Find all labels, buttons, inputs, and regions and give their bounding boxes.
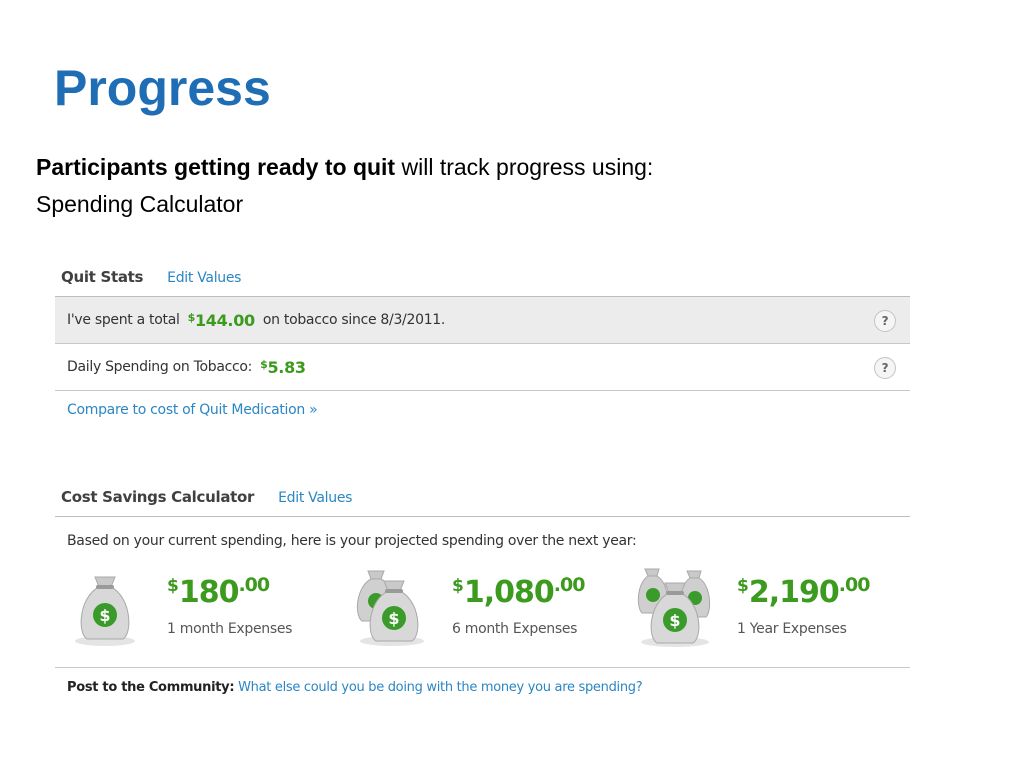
projection-list: $ $180.00 1 month Expenses $ $1,080.00 6… — [55, 557, 910, 668]
total-spent-prefix: I've spent a total — [67, 312, 180, 328]
projection-1-month-amount: $180.00 — [167, 567, 270, 611]
total-spent-currency: $ — [187, 310, 196, 324]
total-spent-help-icon[interactable]: ? — [874, 310, 896, 332]
daily-spending-amount: 5.83 — [267, 357, 306, 377]
projection-1-month-currency: $ — [167, 576, 179, 596]
projection-1-month-cents: .00 — [238, 574, 270, 596]
projection-6-month: $ $1,080.00 6 month Expenses — [340, 557, 625, 667]
projection-1-year-cents: .00 — [838, 574, 871, 596]
daily-spending-label: Daily Spending on Tobacco: — [67, 359, 253, 375]
intro-rest-text: will track progress using: — [395, 154, 654, 180]
intro-bold-text: Participants getting ready to quit — [36, 154, 396, 180]
projection-1-year-label: 1 Year Expenses — [737, 621, 847, 637]
money-bag-pair-icon: $ — [356, 570, 424, 646]
projection-1-month-whole: 180 — [178, 575, 240, 610]
projection-1-year-whole: 2,190 — [748, 575, 840, 610]
svg-text:$: $ — [99, 606, 110, 625]
cost-savings-edit-link[interactable]: Edit Values — [278, 490, 352, 506]
intro-line: Participants getting ready to quit will … — [36, 153, 653, 181]
projection-6-month-currency: $ — [452, 576, 464, 596]
compare-medication-link[interactable]: Compare to cost of Quit Medication » — [55, 391, 910, 418]
money-bag-single-icon: $ — [75, 576, 135, 646]
community-label: Post to the Community: — [67, 680, 235, 695]
projection-1-year: $ $2,190.00 1 Year Expenses — [625, 557, 910, 667]
quit-stats-header: Quit Stats Edit Values — [55, 252, 910, 297]
projection-6-month-label: 6 month Expenses — [452, 621, 578, 637]
total-spent-row: I've spent a total $144.00 on tobacco si… — [55, 297, 910, 344]
cost-savings-intro: Based on your current spending, here is … — [67, 533, 637, 549]
svg-text:$: $ — [388, 609, 399, 628]
intro-subtitle: Spending Calculator — [36, 191, 244, 217]
quit-stats-panel: Quit Stats Edit Values I've spent a tota… — [55, 252, 910, 418]
daily-spending-row: Daily Spending on Tobacco: $5.83 ? — [55, 344, 910, 391]
quit-stats-title: Quit Stats — [61, 268, 144, 286]
cost-savings-header: Cost Savings Calculator Edit Values — [55, 472, 910, 517]
projection-1-month-label: 1 month Expenses — [167, 621, 293, 637]
svg-text:$: $ — [669, 611, 680, 630]
projection-6-month-amount: $1,080.00 — [452, 567, 586, 611]
total-spent-value: $144.00 — [187, 310, 256, 330]
cost-savings-title: Cost Savings Calculator — [61, 488, 255, 506]
projection-6-month-cents: .00 — [553, 574, 586, 596]
quit-stats-edit-link[interactable]: Edit Values — [167, 270, 241, 286]
slide-title: Progress — [54, 60, 271, 116]
community-post-link[interactable]: What else could you be doing with the mo… — [238, 680, 643, 695]
cost-savings-panel: Cost Savings Calculator Edit Values Base… — [55, 472, 910, 695]
total-spent-amount: 144.00 — [194, 310, 255, 330]
total-spent-suffix: on tobacco since 8/3/2011. — [262, 312, 446, 328]
community-post-row: Post to the Community: What else could y… — [55, 668, 910, 695]
projection-1-year-currency: $ — [737, 576, 749, 596]
money-bag-group-icon: $ — [637, 568, 711, 647]
projection-6-month-whole: 1,080 — [463, 575, 555, 610]
projection-1-month: $ $180.00 1 month Expenses — [55, 557, 340, 667]
projection-1-year-amount: $2,190.00 — [737, 567, 871, 611]
daily-spending-help-icon[interactable]: ? — [874, 357, 896, 379]
daily-spending-value: $5.83 — [260, 358, 306, 377]
